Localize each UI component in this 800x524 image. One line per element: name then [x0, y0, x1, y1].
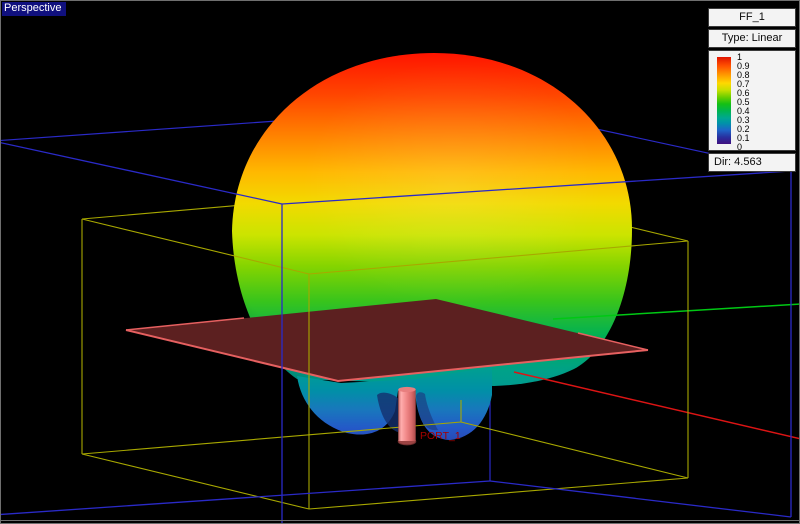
port-label: PORT_1	[420, 430, 461, 442]
colorbar-tick-labels: 1 0.9 0.8 0.7 0.6 0.5 0.4 0.3 0.2 0.1 0	[737, 53, 750, 149]
legend-colorbar[interactable]: 1 0.9 0.8 0.7 0.6 0.5 0.4 0.3 0.2 0.1 0	[708, 50, 796, 151]
window-bottom-border	[1, 520, 800, 521]
scene-canvas: PORT_1	[1, 1, 800, 524]
port-cylinder[interactable]	[398, 387, 416, 445]
legend-directivity-value: Dir: 4.563	[708, 153, 796, 172]
simulation-window: PORT_1 Perspective	[0, 0, 800, 524]
view-mode-label: Perspective	[2, 2, 66, 16]
legend-panel: FF_1 Type: Linear 1 0.9 0.8 0.7 0.6 0.5 …	[708, 8, 796, 174]
tick-label: 0	[737, 143, 750, 152]
legend-result-name[interactable]: FF_1	[708, 8, 796, 27]
viewport-3d[interactable]: PORT_1	[1, 1, 800, 524]
legend-scale-type[interactable]: Type: Linear	[708, 29, 796, 48]
colorbar-gradient	[717, 57, 731, 144]
x-axis-line	[514, 372, 800, 439]
